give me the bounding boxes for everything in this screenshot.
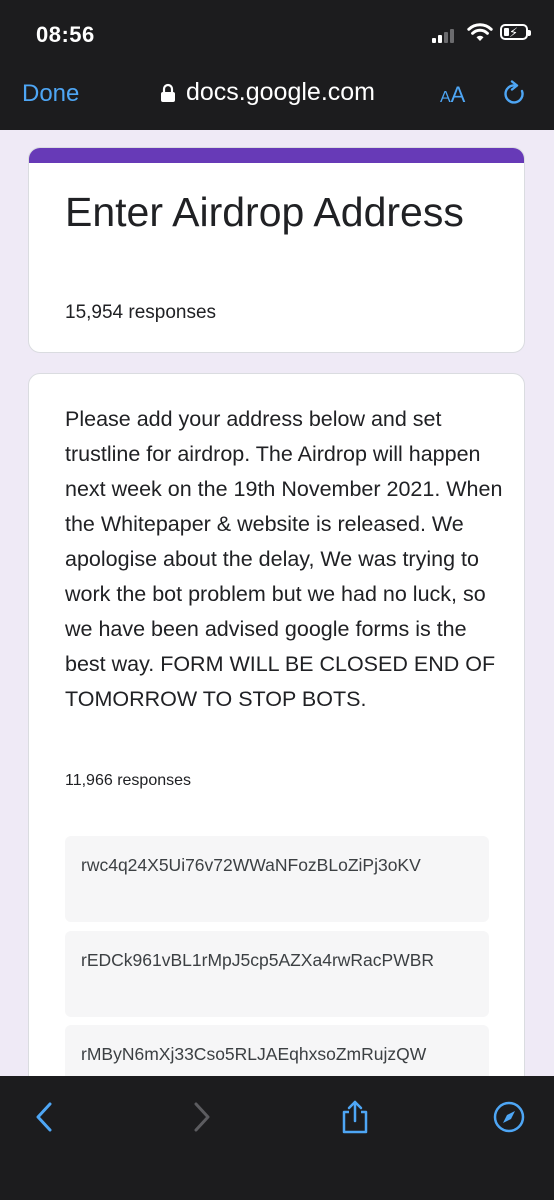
cellular-signal-icon (432, 27, 458, 43)
status-time: 08:56 (36, 22, 95, 47)
question-description: Please add your address below and set tr… (65, 407, 503, 711)
address-bar[interactable]: docs.google.com (160, 78, 375, 107)
wifi-icon (467, 23, 493, 41)
form-response-count: 15,954 responses (65, 302, 217, 323)
text-size-large-label: A (450, 82, 466, 107)
browser-toolbar (0, 1076, 554, 1200)
status-bar: 08:56 ⚡ (0, 0, 554, 62)
back-icon[interactable] (28, 1100, 62, 1134)
form-accent-bar (29, 148, 524, 163)
question-response-count: 11,966 responses (65, 772, 192, 789)
done-button[interactable]: Done (22, 80, 79, 108)
compass-icon[interactable] (492, 1100, 526, 1134)
forward-icon[interactable] (184, 1100, 218, 1134)
reload-icon[interactable] (502, 80, 528, 108)
text-size-small-label: A (440, 89, 451, 106)
lock-icon (161, 83, 175, 102)
form-title: Enter Airdrop Address (65, 189, 464, 235)
text-size-button[interactable]: AA (440, 82, 465, 108)
browser-nav-bar: Done docs.google.com AA (0, 62, 554, 130)
form-header-card: Enter Airdrop Address 15,954 responses (28, 147, 525, 353)
share-icon[interactable] (338, 1100, 372, 1134)
response-item: rwc4q24X5Ui76v72WWaNFozBLoZiPj3oKV (65, 836, 489, 922)
response-item: rEDCk961vBL1rMpJ5cp5AZXa4rwRacPWBR (65, 931, 489, 1017)
battery-charging-icon: ⚡ (500, 24, 531, 40)
question-card: Please add your address below and set tr… (28, 373, 525, 1133)
url-text: docs.google.com (186, 78, 376, 106)
